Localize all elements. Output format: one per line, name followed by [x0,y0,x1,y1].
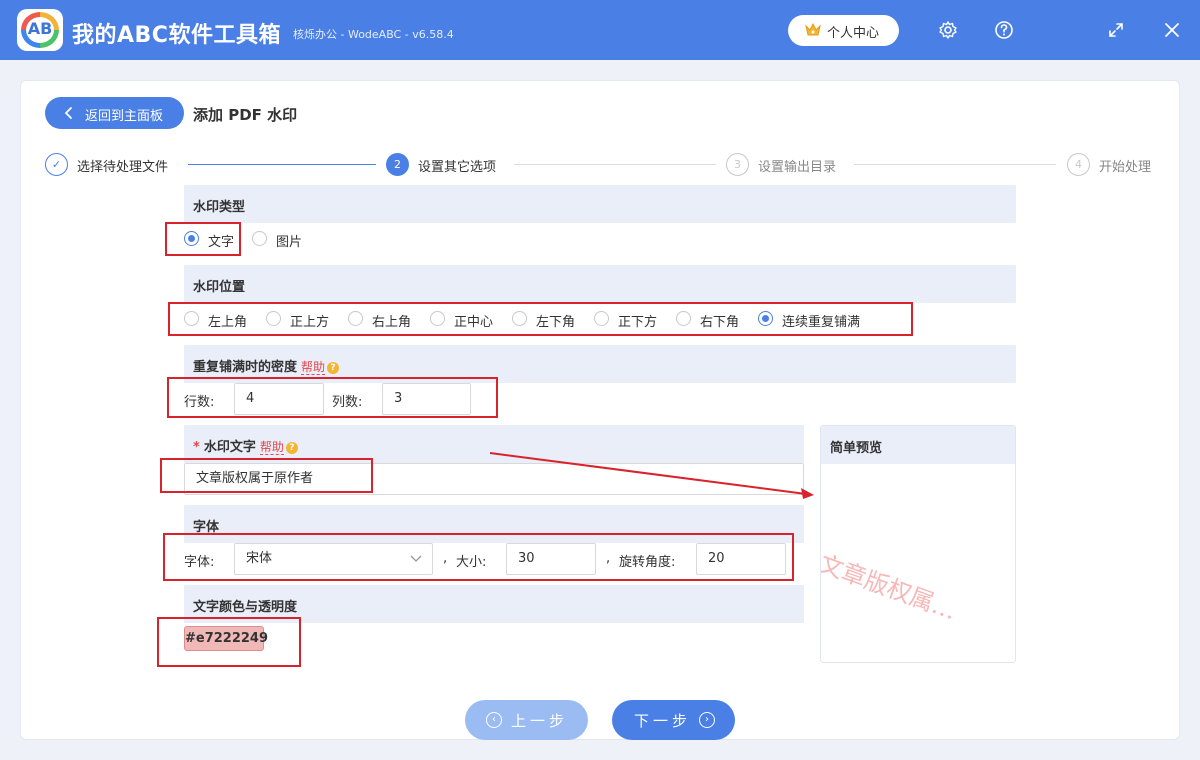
arrow-right-circle-icon: › [699,712,715,728]
arrow-left-circle-icon: ‹ [486,712,502,728]
annotation-arrow [489,452,814,499]
next-step-label: 下一步 [634,712,692,730]
prev-step-button[interactable]: ‹ 上一步 [465,700,588,740]
next-step-button[interactable]: 下一步 › [612,700,735,740]
prev-step-label: 上一步 [511,712,569,730]
